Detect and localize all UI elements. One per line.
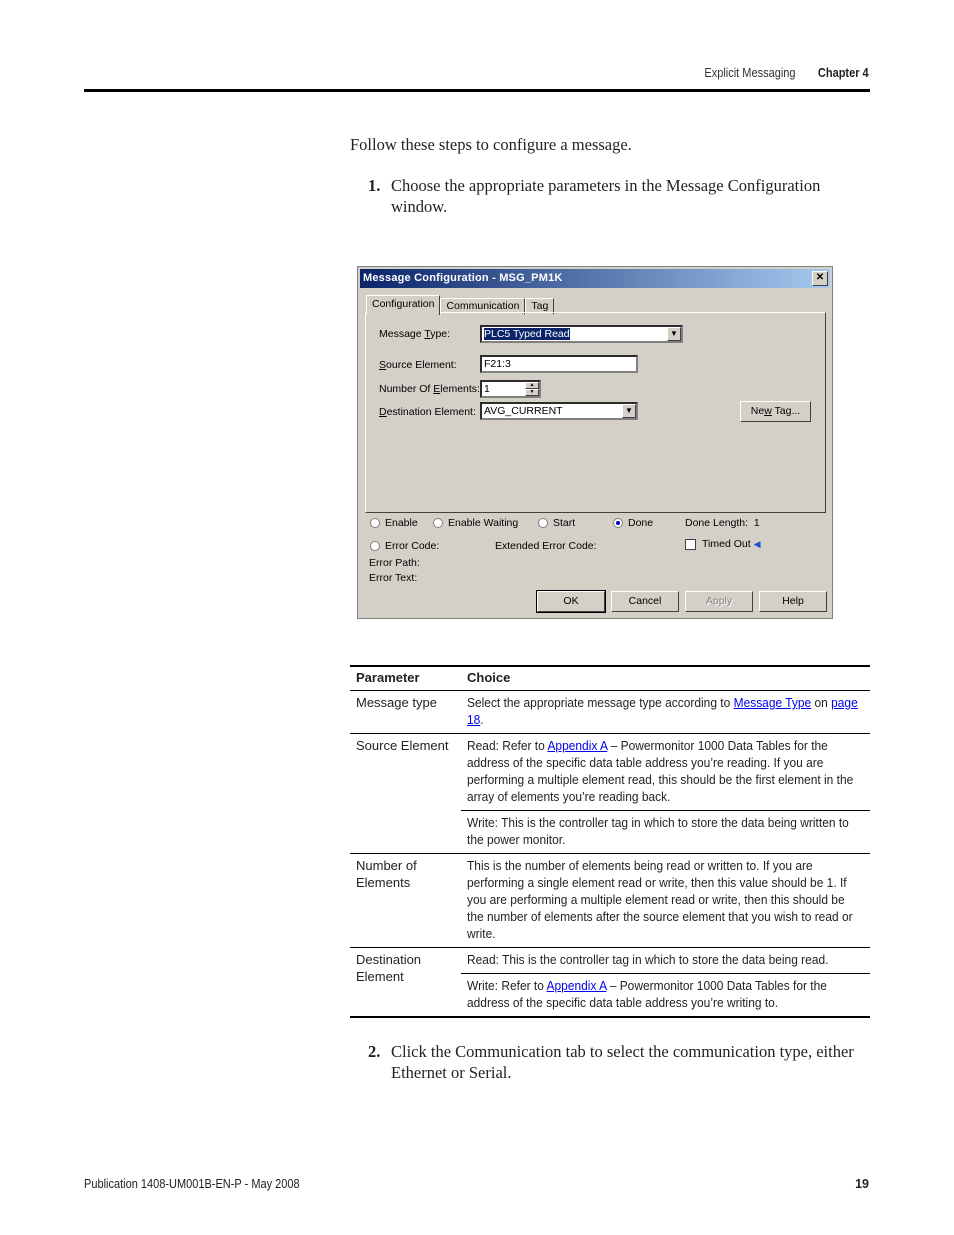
column-header-choice: Choice (461, 665, 870, 691)
radio-icon (433, 518, 443, 528)
apply-button[interactable]: Apply (685, 591, 753, 612)
parameter-cell: Source Element (350, 733, 461, 854)
chevron-down-icon[interactable]: ▼ (667, 327, 681, 341)
dialog-titlebar[interactable]: Message Configuration - MSG_PM1K ✕ (360, 269, 830, 288)
cancel-button[interactable]: Cancel (611, 591, 679, 612)
section-title: Explicit Messaging (704, 66, 796, 80)
table-header-row: Parameter Choice (350, 665, 870, 691)
enable-waiting-indicator: Enable Waiting (433, 517, 518, 529)
radio-selected-icon (613, 518, 623, 528)
message-type-link[interactable]: Message Type (734, 695, 812, 710)
destination-element-label: Destination Element: (379, 406, 476, 418)
configuration-panel: Message Type: PLC5 Typed Read ▼ Source E… (365, 312, 826, 513)
intro-text: Follow these steps to configure a messag… (350, 135, 632, 154)
timed-out-checkbox[interactable]: Timed Out ◀ (685, 538, 761, 550)
done-indicator: Done (613, 517, 653, 529)
start-indicator: Start (538, 517, 575, 529)
error-code-indicator: Error Code: (370, 540, 439, 552)
close-icon[interactable]: ✕ (812, 271, 828, 286)
tab-bar: Configuration Communication Tag (366, 295, 555, 315)
choice-cell: Select the appropriate message type acco… (461, 690, 870, 734)
parameter-cell: Destination Element (350, 947, 461, 1018)
running-header: Explicit Messaging Chapter 4 (705, 66, 869, 80)
source-element-label: Source Element: (379, 359, 457, 371)
step-number: 1. (368, 176, 381, 195)
error-text-label: Error Text: (369, 572, 418, 584)
extended-error-code-label: Extended Error Code: (495, 540, 597, 552)
step-1: 1. Choose the appropriate parameters in … (368, 176, 868, 217)
spin-down-icon[interactable]: ▼ (525, 389, 539, 396)
message-configuration-dialog: Message Configuration - MSG_PM1K ✕ Confi… (357, 266, 833, 619)
appendix-a-link[interactable]: Appendix A (547, 738, 607, 753)
step-2: 2. Click the Communication tab to select… (368, 1042, 868, 1083)
message-type-label: Message Type: (379, 328, 451, 340)
table-row: Number of Elements This is the number of… (350, 853, 870, 948)
radio-icon (370, 518, 380, 528)
parameter-cell: Number of Elements (350, 853, 461, 948)
header-rule (84, 89, 870, 92)
destination-element-select[interactable]: AVG_CURRENT ▼ (480, 402, 638, 420)
error-path-label: Error Path: (369, 557, 420, 569)
number-of-elements-label: Number Of Elements: (379, 383, 480, 395)
choice-cell: Write: This is the controller tag in whi… (461, 810, 870, 854)
number-of-elements-stepper[interactable]: 1 ▲ ▼ (480, 380, 541, 398)
column-header-parameter: Parameter (350, 665, 461, 691)
ok-button[interactable]: OK (536, 590, 606, 613)
enable-indicator: Enable (370, 517, 418, 529)
step-text: Click the Communication tab to select th… (391, 1042, 854, 1082)
arrow-left-icon: ◀ (753, 539, 761, 549)
spinner-control[interactable]: ▲ ▼ (525, 382, 539, 396)
choice-cell: Read: This is the controller tag in whic… (461, 947, 870, 974)
publication-footer: Publication 1408-UM001B-EN-P - May 2008 (84, 1177, 300, 1191)
step-text: Choose the appropriate parameters in the… (391, 176, 821, 216)
tab-configuration[interactable]: Configuration (366, 295, 441, 315)
table-row: Source Element Read: Refer to Appendix A… (350, 733, 870, 854)
table-row: Message type Select the appropriate mess… (350, 690, 870, 734)
help-button[interactable]: Help (759, 591, 827, 612)
page-number: 19 (855, 1177, 869, 1191)
message-type-select[interactable]: PLC5 Typed Read ▼ (480, 325, 683, 343)
checkbox-icon[interactable] (685, 538, 696, 550)
radio-icon (370, 541, 380, 551)
choice-cell: This is the number of elements being rea… (461, 853, 870, 948)
new-tag-button[interactable]: New Tag... (740, 401, 811, 422)
step-number: 2. (368, 1042, 381, 1061)
parameter-cell: Message type (350, 690, 461, 734)
destination-element-value: AVG_CURRENT (484, 405, 563, 417)
table-row: Destination Element Read: This is the co… (350, 947, 870, 1018)
number-of-elements-value: 1 (484, 383, 490, 395)
source-element-input[interactable]: F21:3 (480, 355, 638, 373)
spin-up-icon[interactable]: ▲ (525, 382, 539, 389)
done-length-value: 1 (753, 517, 760, 529)
dialog-title: Message Configuration - MSG_PM1K (363, 272, 563, 284)
done-length: Done Length: 1 (685, 517, 760, 529)
parameter-table: Parameter Choice Message type Select the… (350, 665, 870, 1018)
appendix-a-link[interactable]: Appendix A (547, 978, 607, 993)
chevron-down-icon[interactable]: ▼ (622, 404, 636, 418)
chapter-label: Chapter 4 (818, 66, 869, 80)
choice-cell: Write: Refer to Appendix A – Powermonito… (461, 973, 870, 1018)
message-type-value: PLC5 Typed Read (484, 328, 570, 340)
choice-cell: Read: Refer to Appendix A – Powermonitor… (461, 733, 870, 811)
radio-icon (538, 518, 548, 528)
